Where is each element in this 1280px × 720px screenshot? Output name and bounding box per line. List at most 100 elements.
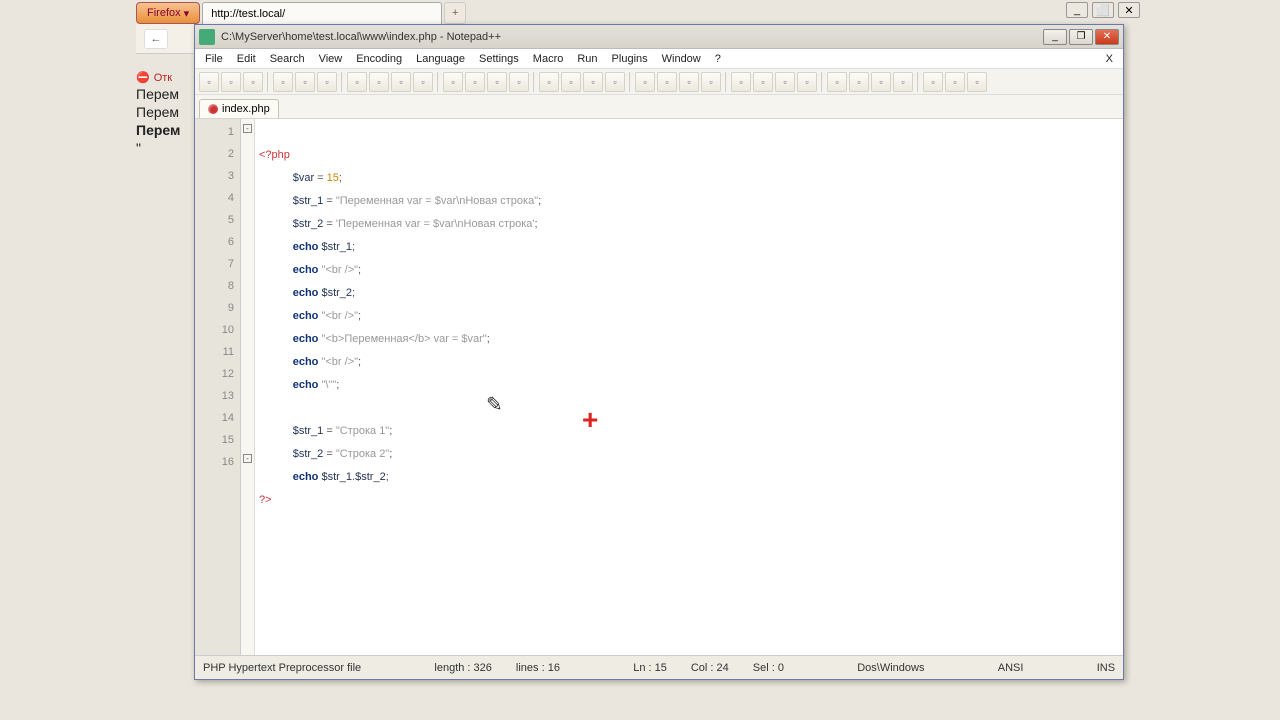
code-string: "\"" [321,379,336,391]
menu-run[interactable]: Run [571,51,603,67]
close-button[interactable]: ✕ [1095,29,1119,45]
firefox-new-tab-button[interactable]: + [444,2,466,24]
toolbar-button[interactable]: ▫ [731,72,751,92]
os-close-button[interactable]: ✕ [1118,2,1140,18]
code-keyword: echo [293,356,319,368]
firefox-menu-label: Firefox [147,7,181,19]
window-buttons: _ ❐ ✕ [1043,29,1119,45]
toolbar-button[interactable]: ▫ [273,72,293,92]
file-tab[interactable]: index.php [199,99,279,118]
code-keyword: echo [293,310,319,322]
code-string: "<br />" [321,310,358,322]
titlebar[interactable]: C:\MyServer\home\test.local\www\index.ph… [195,25,1123,49]
code-var: $str_2 [293,218,324,230]
firefox-tab-title: http://test.local/ [211,8,285,20]
menu-edit[interactable]: Edit [231,51,262,67]
toolbar-button[interactable]: ▫ [753,72,773,92]
line-number: 11 [195,341,234,363]
toolbar-button[interactable]: ▫ [443,72,463,92]
os-minimize-button[interactable]: _ [1066,2,1088,18]
toolbar-button[interactable]: ▫ [827,72,847,92]
toolbar-button[interactable]: ▫ [605,72,625,92]
menu-settings[interactable]: Settings [473,51,525,67]
window-title: C:\MyServer\home\test.local\www\index.ph… [221,31,1043,43]
toolbar-button[interactable]: ▫ [657,72,677,92]
toolbar-button[interactable]: ▫ [797,72,817,92]
toolbar-button[interactable]: ▫ [849,72,869,92]
toolbar-button[interactable]: ▫ [199,72,219,92]
toolbar-button[interactable]: ▫ [465,72,485,92]
menu-window[interactable]: Window [656,51,707,67]
toolbar-button[interactable]: ▫ [871,72,891,92]
toolbar-button[interactable]: ▫ [893,72,913,92]
status-ln: Ln : 15 [633,662,667,674]
status-eol: Dos\Windows [857,662,924,674]
toolbar-button[interactable]: ▫ [635,72,655,92]
firefox-menu-button[interactable]: Firefox ▾ [136,2,200,24]
php-close-tag: ?> [259,494,272,506]
menu-encoding[interactable]: Encoding [350,51,408,67]
back-button[interactable]: ← [144,29,168,49]
toolbar-button[interactable]: ▫ [561,72,581,92]
toolbar-button[interactable]: ▫ [243,72,263,92]
page-line: Перем [136,103,180,121]
code-var: $str_2 [293,448,324,460]
minimize-button[interactable]: _ [1043,29,1067,45]
toolbar-button[interactable]: ▫ [347,72,367,92]
code-op: ; [358,310,361,322]
code-op: ; [386,471,389,483]
maximize-button[interactable]: ❐ [1069,29,1093,45]
fold-toggle-icon[interactable]: - [243,454,252,463]
toolbar-button[interactable]: ▫ [923,72,943,92]
line-number: 2 [195,143,234,165]
code-keyword: echo [293,379,319,391]
menu-help[interactable]: ? [709,51,727,67]
fold-toggle-icon[interactable]: - [243,124,252,133]
firefox-tab[interactable]: http://test.local/ [202,2,442,24]
toolbar-button[interactable]: ▫ [583,72,603,92]
toolbar-button[interactable]: ▫ [775,72,795,92]
toolbar-button[interactable]: ▫ [539,72,559,92]
line-number: 5 [195,209,234,231]
code-editor[interactable]: <?php $var = 15; $str_1 = "Переменная va… [255,119,1123,655]
code-op: ; [352,241,355,253]
code-op: = [323,218,336,230]
toolbar-button[interactable]: ▫ [967,72,987,92]
menu-search[interactable]: Search [264,51,311,67]
menu-macro[interactable]: Macro [527,51,570,67]
status-filetype: PHP Hypertext Preprocessor file [203,662,361,674]
toolbar-button[interactable]: ▫ [295,72,315,92]
toolbar-button[interactable]: ▫ [413,72,433,92]
line-number: 7 [195,253,234,275]
line-number: 4 [195,187,234,209]
toolbar-button[interactable]: ▫ [369,72,389,92]
toolbar-button[interactable]: ▫ [945,72,965,92]
firefox-nav-toolbar: ← [136,24,196,54]
document-close-button[interactable]: X [1100,51,1119,67]
line-number: 12 [195,363,234,385]
stop-icon: ⛔ [136,71,150,84]
line-number: 1 [195,121,234,143]
menu-bar: File Edit Search View Encoding Language … [195,49,1123,69]
line-number: 9 [195,297,234,319]
status-length: length : 326 [434,662,492,674]
code-op: ; [352,287,355,299]
toolbar-button[interactable]: ▫ [391,72,411,92]
toolbar-button[interactable]: ▫ [509,72,529,92]
menu-language[interactable]: Language [410,51,471,67]
menu-plugins[interactable]: Plugins [606,51,654,67]
menu-file[interactable]: File [199,51,229,67]
menu-view[interactable]: View [313,51,349,67]
code-op: = [323,425,336,437]
toolbar-button[interactable]: ▫ [701,72,721,92]
code-op: ; [535,218,538,230]
os-maximize-button[interactable]: ⬜ [1092,2,1114,18]
toolbar-button[interactable]: ▫ [487,72,507,92]
toolbar-button[interactable]: ▫ [221,72,241,92]
code-keyword: echo [293,471,319,483]
unsaved-indicator-icon [208,104,218,114]
code-var: $str_1 [321,241,352,253]
toolbar-button[interactable]: ▫ [317,72,337,92]
toolbar-button[interactable]: ▫ [679,72,699,92]
document-tabs: index.php [195,95,1123,119]
